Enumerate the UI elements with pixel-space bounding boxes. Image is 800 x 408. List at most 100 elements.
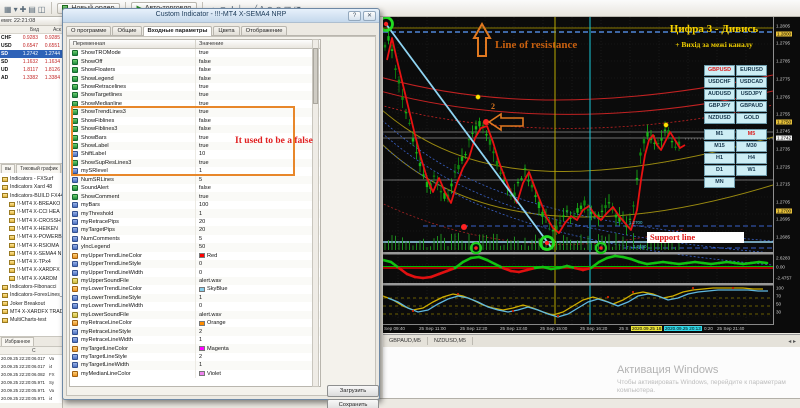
navigator-item[interactable]: !!-MT4 X-RSIOMA [0,241,62,249]
parameter-row[interactable]: myRetracePips 20 [70,218,320,226]
toolbar-icon[interactable]: ◫ [37,4,47,15]
parameter-row[interactable]: ShiftLabel 10 [70,150,320,158]
save-button[interactable]: Сохранить [327,399,379,408]
parameter-row[interactable]: myLowerSoundFile alert.wav [70,311,320,319]
tab-symbols[interactable]: вы [1,164,15,173]
toolbar-icon[interactable]: ▾ [13,4,19,15]
navigator-item[interactable]: Indicators Xard 48 [0,183,62,191]
parameter-row[interactable]: ShowFiblines3 false [70,125,320,133]
dialog-tab[interactable]: Общие [112,26,141,35]
help-button[interactable]: ? [348,11,361,21]
toolbar-icon[interactable]: ▦ [3,4,13,15]
market-watch-row[interactable]: SD 1.2742 1.2744 [0,50,62,58]
navigator-item[interactable]: Indicators - FXSurf [0,175,62,183]
chart-tab[interactable]: NZDUSD,M5 [428,337,473,345]
market-watch-row[interactable]: UD 1.8117 1.8126 [0,66,62,74]
navigator-item[interactable]: !!-MT4 X-BREAKO [0,200,62,208]
pair-button[interactable]: USDCAD [736,77,767,88]
tab-tick-chart[interactable]: Тиковый график [16,164,61,173]
dialog-title-bar[interactable]: Custom Indicator - !!!-MT4 X-SEMA4 NRP ?… [63,9,379,23]
parameter-row[interactable]: myTargetLineStyle 2 [70,353,320,361]
navigator-item[interactable]: MultiCharts-test [0,316,62,324]
chart-tab[interactable]: GBPAUD,M5 [383,337,428,345]
parameter-row[interactable]: ShowRetracelines true [70,83,320,91]
parameter-row[interactable]: myUpperSoundFile alert.wav [70,277,320,285]
timeframe-button[interactable]: M30 [736,141,767,152]
market-watch-row[interactable]: USD 0.6547 0.6551 [0,42,62,50]
parameter-row[interactable]: yIncLegend 50 [70,243,320,251]
pair-button[interactable]: GBPAUD [736,101,767,112]
scrollbar[interactable] [312,39,319,387]
parameter-row[interactable]: myRetraceLineWidth 1 [70,336,320,344]
navigator-item[interactable]: MT4 X-XARDFX TRADI [0,308,62,316]
navigator-item[interactable]: !!-MT4 X-SEMA4 N [0,250,62,258]
parameter-row[interactable]: ShowTargetlines true [70,91,320,99]
dialog-tab[interactable]: Цвета [213,26,239,35]
tab-scroll-arrows[interactable]: ◂ ▸ [788,338,800,345]
timeframe-button[interactable]: D1 [704,165,735,176]
navigator-item[interactable]: !!-MT4 X-XARDM [0,275,62,283]
toolbar-icon[interactable]: ✚ [19,4,28,15]
parameter-row[interactable]: ShowTrendLines3 true [70,108,320,116]
pair-button[interactable]: EURUSD [736,65,767,76]
dialog-tab[interactable]: Отображение [241,26,288,35]
parameter-row[interactable]: ShowOff false [70,57,320,65]
pair-button[interactable]: GBPJPY [704,101,735,112]
parameter-row[interactable]: myTargetPips 20 [70,226,320,234]
parameter-row[interactable]: ShowFiblines false [70,117,320,125]
parameter-row[interactable]: myMedianLineColor Violet [70,370,320,378]
pair-button[interactable]: NZDUSD [704,113,735,124]
pair-button[interactable]: USDJPY [736,89,767,100]
scrollbar-thumb[interactable] [313,48,318,104]
parameter-row[interactable]: ShowComment true [70,192,320,200]
parameter-row[interactable]: myTargetLineWidth 1 [70,361,320,369]
tab-favorites[interactable]: Избранное [1,337,34,346]
market-watch-row[interactable]: SD 1.1632 1.1634 [0,58,62,66]
load-button[interactable]: Загрузить [327,385,379,397]
timeframe-button[interactable]: M15 [704,141,735,152]
parameter-row[interactable]: myRetraceLineColor Orange [70,319,320,327]
close-icon[interactable]: ✕ [363,11,376,21]
navigator-item[interactable]: !!-MT4 X-TPx4 [0,258,62,266]
toolbar-icon[interactable]: ▤ [27,4,37,15]
timeframe-button[interactable]: W1 [736,165,767,176]
dialog-tab[interactable]: О программе [66,26,111,35]
parameter-row[interactable]: ShowFloaters false [70,66,320,74]
navigator-item[interactable]: !!-MT4 X-HEIKEN [0,225,62,233]
dialog-tab[interactable]: Входные параметры [143,26,213,36]
navigator-item[interactable]: Indicators-ForexLines_ [0,291,62,299]
navigator-item[interactable]: !!-MT4 X-CCI HEA [0,208,62,216]
parameter-row[interactable]: myUpperTrendLineStyle 0 [70,260,320,268]
parameter-row[interactable]: NumComments 5 [70,235,320,243]
parameter-row[interactable]: SoundAlert false [70,184,320,192]
parameter-row[interactable]: myRetraceLineStyle 2 [70,327,320,335]
timeframe-button[interactable]: MN [704,177,735,188]
parameter-row[interactable]: ShowLegend false [70,74,320,82]
navigator-item[interactable]: Indicators-Fibonacci [0,283,62,291]
pair-button[interactable]: GOLD [736,113,767,124]
pair-button[interactable]: GBPUSD [704,65,735,76]
chart-area[interactable]: Цифра 3 - Дивись + Вихід за межі каналу … [383,17,800,333]
parameter-row[interactable]: NumSRLines 5 [70,176,320,184]
market-watch-row[interactable]: AD 1.3382 1.3384 [0,74,62,82]
parameter-row[interactable]: myLowerTrendLineStyle 1 [70,294,320,302]
timeframe-button[interactable]: H4 [736,153,767,164]
parameter-row[interactable]: myTargetLineColor Magenta [70,344,320,352]
parameter-row[interactable]: ShowSupResLines3 true [70,159,320,167]
parameter-row[interactable]: ShowTROMode true [70,49,320,57]
parameter-row[interactable]: mySRlevel 1 [70,167,320,175]
parameter-row[interactable]: myLowerTrendLineWidth 0 [70,302,320,310]
navigator-item[interactable]: !!-MT4 X-CROSSH [0,216,62,224]
timeframe-button[interactable]: M5 [736,129,767,140]
parameter-row[interactable]: myBars 100 [70,201,320,209]
parameter-row[interactable]: ShowMedianline true [70,100,320,108]
timeframe-button[interactable]: M1 [704,129,735,140]
parameter-row[interactable]: myLowerTrendLineColor SkyBlue [70,285,320,293]
navigator-item[interactable]: !!-MT4 X-POWERB [0,233,62,241]
navigator-item[interactable]: Indicators-BUILD FX44 [0,192,62,200]
navigator-item[interactable]: !!-MT4 X-XARDFX [0,266,62,274]
market-watch-row[interactable]: CHF 0.9283 0.9285 [0,34,62,42]
parameter-row[interactable]: myUpperTrendLineColor Red [70,252,320,260]
pair-button[interactable]: AUDUSD [704,89,735,100]
timeframe-button[interactable]: H1 [704,153,735,164]
